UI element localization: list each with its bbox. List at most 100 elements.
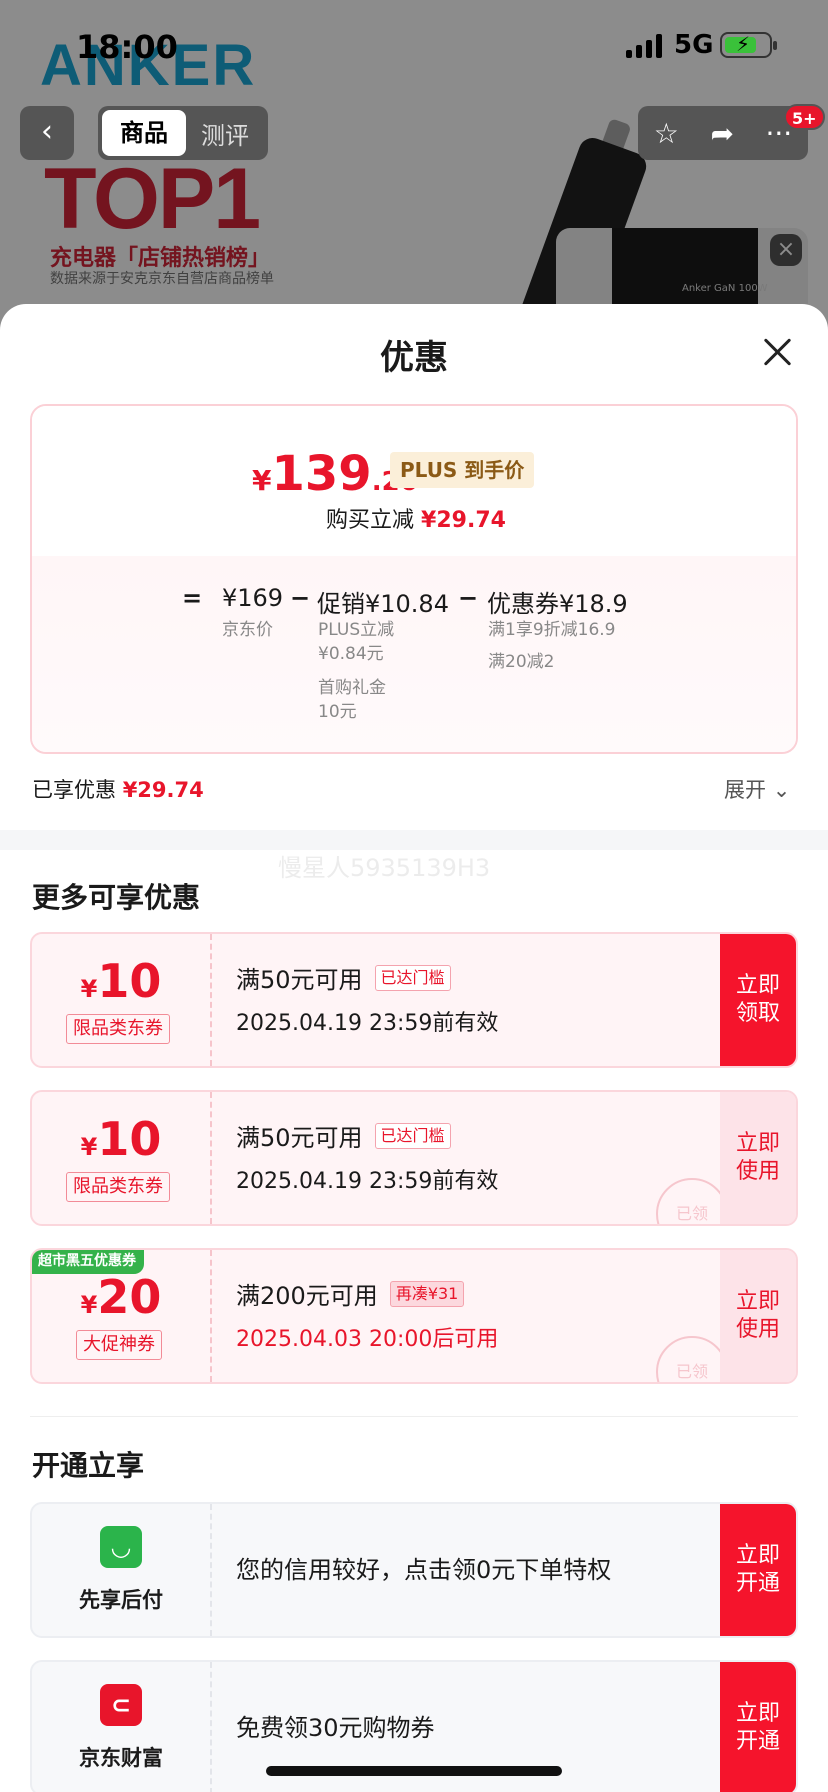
service-text: 您的信用较好，点击领0元下单特权 xyxy=(236,1556,612,1584)
coupon-condition-text: 满50元可用 xyxy=(236,966,363,994)
claimed-stamp-icon: 已领 xyxy=(656,1178,728,1224)
coupon-kind: 大促神券 xyxy=(76,1330,162,1360)
coupon-info: 满50元可用 已达门槛 2025.04.19 23:59前有效 xyxy=(236,960,498,1037)
service-name: 先享后付 xyxy=(79,1588,163,1612)
coupon-left: ¥10 限品类东券 xyxy=(32,934,210,1066)
coupon-kind: 限品类东券 xyxy=(66,1172,170,1202)
claim-coupon-button[interactable]: 立即 领取 xyxy=(720,934,796,1066)
price-breakdown: = ¥169 − 促销¥10.84 − 优惠券¥18.9 京东价 PLUS立减 … xyxy=(32,556,796,752)
coupon-divider xyxy=(210,1250,212,1382)
coupon-validity: 2025.04.19 23:59前有效 xyxy=(236,1011,499,1036)
formula-equals: = xyxy=(182,584,203,612)
enjoyed-value: ¥29.74 xyxy=(122,778,204,802)
signal-icon xyxy=(626,32,662,58)
tab-product[interactable]: 商品 xyxy=(102,110,186,156)
coupon-validity: 2025.04.19 23:59前有效 xyxy=(236,1169,499,1194)
battery-icon: ⚡ xyxy=(720,32,777,58)
service-text: 免费领30元购物券 xyxy=(236,1714,435,1742)
service-name: 京东财富 xyxy=(79,1746,163,1770)
promo-detail: PLUS立减 ¥0.84元 xyxy=(318,620,395,664)
enjoyed-discount: 已享优惠 ¥29.74 xyxy=(32,774,204,804)
jd-price-label: 京东价 xyxy=(222,620,273,640)
watermark: 慢星人5935139H3 xyxy=(278,854,491,882)
star-icon[interactable]: ☆ xyxy=(654,117,679,150)
more-discounts-title: 更多可享优惠 xyxy=(32,881,201,914)
coupon-threshold-tag: 已达门槛 xyxy=(374,1122,451,1149)
price-card: ¥ 139 .26 PLUS 到手价 购买立减 ¥29.74 = ¥169 − … xyxy=(30,404,798,754)
home-indicator[interactable] xyxy=(266,1766,562,1776)
product-tabs: 商品 测评 xyxy=(98,106,268,160)
status-time: 18:00 xyxy=(76,28,178,66)
open-service-button[interactable]: 立即 开通 xyxy=(720,1662,796,1792)
coupon-amount: ¥10 xyxy=(32,1112,210,1166)
status-bar: 18:00 5G ⚡ xyxy=(0,0,828,96)
coupon-value: 20 xyxy=(97,1270,162,1324)
chevron-down-icon: ⌄ xyxy=(772,778,791,802)
coupon-detail: 满1享9折减16.9 xyxy=(488,620,616,640)
buy-less-value: ¥29.74 xyxy=(421,508,506,533)
coupon-condition-text: 满50元可用 xyxy=(236,1124,363,1152)
back-button[interactable]: ‹ xyxy=(20,106,74,160)
coupon-threshold-tag: 已达门槛 xyxy=(374,964,451,991)
expand-button[interactable]: 展开 ⌄ xyxy=(724,774,790,804)
service-left: ◡ 先享后付 xyxy=(32,1504,210,1636)
coupon-info: 满200元可用 再凑¥31 2025.04.03 20:00后可用 xyxy=(236,1276,498,1353)
shopping-bag-icon: ◡ xyxy=(100,1526,142,1568)
formula-coupon: 优惠券¥18.9 xyxy=(487,590,628,618)
coupon-shortfall-tag: 再凑¥31 xyxy=(389,1280,465,1307)
coupon-value: 10 xyxy=(97,954,162,1008)
coupon-condition-text: 满200元可用 xyxy=(236,1282,378,1310)
buy-less-label: 购买立减 xyxy=(326,508,415,533)
open-service-button[interactable]: 立即 开通 xyxy=(720,1504,796,1636)
discount-sheet: 优惠 ¥ 139 .26 PLUS 到手价 购买立减 ¥29.74 = ¥169… xyxy=(0,304,828,1792)
share-icon[interactable]: ➦ xyxy=(710,117,733,150)
coupon-validity: 2025.04.03 20:00后可用 xyxy=(236,1327,499,1352)
section-divider xyxy=(0,830,828,850)
coupon-left: ¥20 大促神券 xyxy=(32,1250,210,1382)
coupon-currency: ¥ xyxy=(80,975,98,1003)
formula-promo: 促销¥10.84 xyxy=(317,590,449,618)
close-icon[interactable] xyxy=(760,334,796,370)
coupon-detail: 满20减2 xyxy=(488,652,555,672)
expand-label: 展开 xyxy=(724,778,766,802)
formula-jd-price: ¥169 xyxy=(222,584,284,612)
coupon-condition: 满200元可用 再凑¥31 xyxy=(236,1276,498,1311)
coupon-amount: ¥10 xyxy=(32,954,210,1008)
open-services-title: 开通立享 xyxy=(32,1449,145,1482)
formula-minus: − xyxy=(290,584,311,612)
claimed-stamp-icon: 已领 xyxy=(656,1336,728,1382)
coupon-amount: ¥20 xyxy=(32,1270,210,1324)
use-coupon-button[interactable]: 立即 使用 xyxy=(720,1092,796,1224)
price-integer: 139 xyxy=(271,446,372,502)
buy-discount-line: 购买立减 ¥29.74 xyxy=(32,502,796,534)
coupon-condition: 满50元可用 已达门槛 xyxy=(236,1118,498,1153)
coupon-divider xyxy=(210,934,212,1066)
chevron-left-icon: ‹ xyxy=(41,114,53,149)
coupon-currency: ¥ xyxy=(80,1291,98,1319)
sheet-title: 优惠 xyxy=(380,338,448,378)
price-summary: ¥ 139 .26 PLUS 到手价 购买立减 ¥29.74 xyxy=(32,406,796,556)
coupon-condition: 满50元可用 已达门槛 xyxy=(236,960,498,995)
service-left: ⊂ 京东财富 xyxy=(32,1662,210,1792)
coupon-left: ¥10 限品类东券 xyxy=(32,1092,210,1224)
coupon-card: ¥10 限品类东券 满50元可用 已达门槛 2025.04.19 23:59前有效… xyxy=(30,1090,798,1226)
right-toolbar: ☆ ➦ ··· xyxy=(638,106,808,160)
coupon-divider xyxy=(210,1092,212,1224)
price-currency: ¥ xyxy=(252,464,272,497)
wallet-icon: ⊂ xyxy=(100,1684,142,1726)
coupon-card: ¥10 限品类东券 满50元可用 已达门槛 2025.04.19 23:59前有效… xyxy=(30,932,798,1068)
tab-review[interactable]: 测评 xyxy=(186,116,264,151)
service-divider xyxy=(210,1504,212,1636)
coupon-kind: 限品类东券 xyxy=(66,1014,170,1044)
product-navbar: ‹ 商品 测评 ☆ ➦ ··· 5+ xyxy=(0,104,828,168)
coupon-currency: ¥ xyxy=(80,1133,98,1161)
use-coupon-button[interactable]: 立即 使用 xyxy=(720,1250,796,1382)
message-badge: 5+ xyxy=(784,104,825,130)
formula-minus: − xyxy=(458,584,479,612)
coupon-value: 10 xyxy=(97,1112,162,1166)
section-divider xyxy=(30,1416,798,1417)
enjoyed-label: 已享优惠 xyxy=(32,778,116,802)
coupon-card: 超市黑五优惠券 ¥20 大促神券 满200元可用 再凑¥31 2025.04.03… xyxy=(30,1248,798,1384)
network-type: 5G xyxy=(674,30,714,60)
plus-price-tag: PLUS 到手价 xyxy=(390,452,535,488)
